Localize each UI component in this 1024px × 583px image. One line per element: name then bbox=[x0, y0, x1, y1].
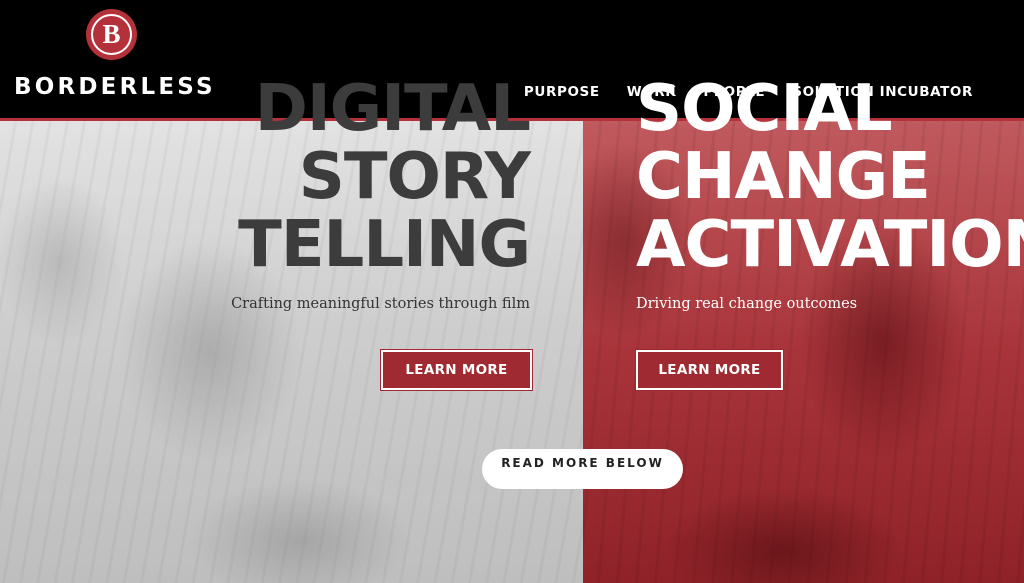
headline-activation: SOCIAL CHANGE ACTIVATION bbox=[636, 75, 1024, 279]
headline-line: ACTIVATION bbox=[636, 208, 1024, 282]
headline-line: CHANGE bbox=[636, 140, 931, 214]
headline-line: DIGITAL bbox=[254, 72, 531, 146]
brand-name[interactable]: BORDERLESS bbox=[14, 74, 216, 100]
headline-line: SOCIAL bbox=[636, 72, 893, 146]
headline-line: STORY bbox=[298, 140, 531, 214]
logo-letter: B bbox=[102, 19, 121, 49]
nav-item-purpose[interactable]: PURPOSE bbox=[524, 84, 600, 100]
subtitle-activation: Driving real change outcomes bbox=[636, 296, 858, 312]
learn-more-storytelling-button[interactable]: LEARN MORE bbox=[380, 349, 533, 391]
read-more-button[interactable]: READ MORE BELOW bbox=[482, 449, 683, 489]
headline-storytelling: DIGITAL STORY TELLING bbox=[238, 72, 531, 282]
logo-ring: B bbox=[91, 14, 132, 55]
subtitle-storytelling: Crafting meaningful stories through film bbox=[231, 296, 530, 312]
headline-line: TELLING bbox=[238, 208, 531, 282]
learn-more-activation-button[interactable]: LEARN MORE bbox=[635, 349, 784, 391]
brand-logo[interactable]: B bbox=[86, 9, 137, 60]
